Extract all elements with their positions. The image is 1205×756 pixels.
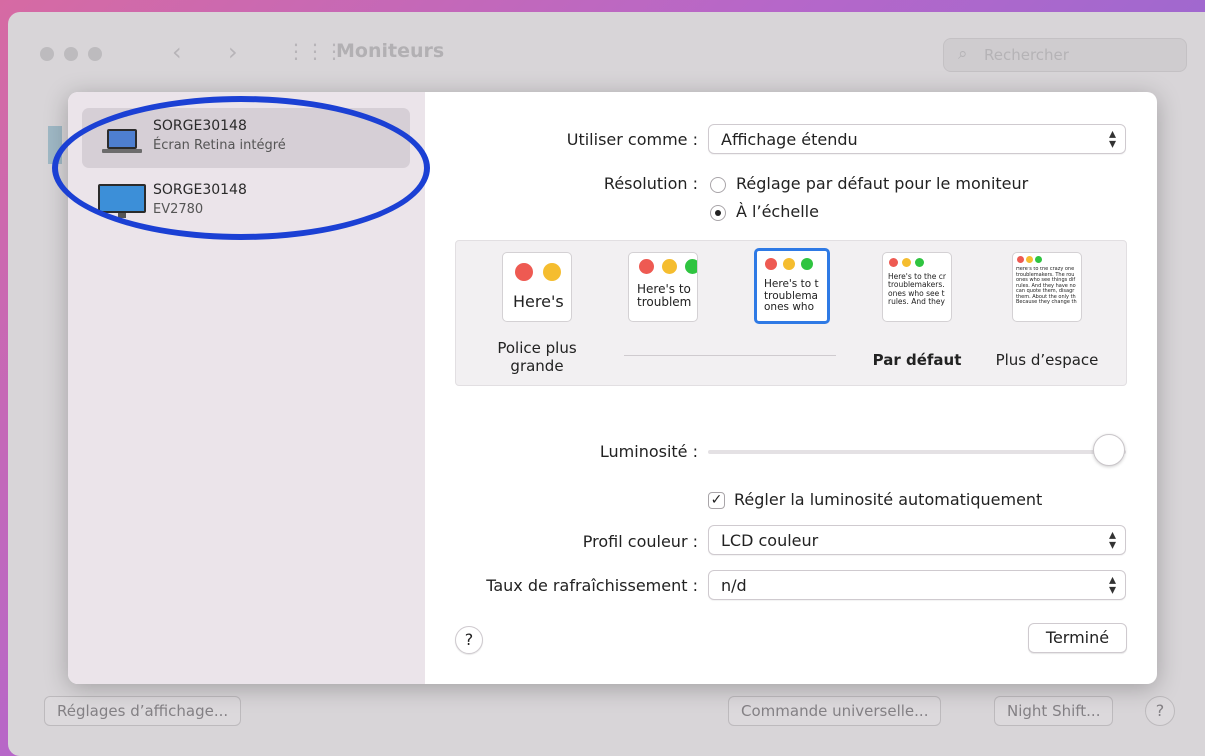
display-settings-sheet: SORGE30148 Écran Retina intégré SORGE301…: [68, 92, 1157, 684]
refresh-rate-label: Taux de rafraîchissement :: [486, 576, 698, 595]
red-dot-icon: [889, 258, 898, 267]
window-title: Moniteurs: [336, 40, 445, 62]
red-dot-icon: [765, 258, 777, 270]
night-shift-button[interactable]: Night Shift...: [994, 696, 1114, 726]
red-dot-icon: [639, 259, 654, 274]
scale-option-5[interactable]: Here's to the crazy one troublemakers. T…: [1012, 252, 1082, 322]
resolution-scaled-radio[interactable]: [710, 205, 726, 221]
chevron-updown-icon: ▴ ▾: [1108, 126, 1116, 152]
done-button[interactable]: Terminé: [1028, 623, 1127, 653]
resolution-default-label: Réglage par défaut pour le moniteur: [736, 174, 1029, 193]
use-as-popup[interactable]: Affichage étendu ▴ ▾: [708, 124, 1126, 154]
green-dot-icon: [1035, 256, 1042, 263]
monitor-icon: [98, 184, 146, 218]
thumb-text: Here's to troublem: [637, 283, 692, 310]
use-as-label: Utiliser comme :: [566, 130, 698, 149]
brightness-label: Luminosité :: [599, 442, 698, 461]
green-dot-icon: [915, 258, 924, 267]
display-settings-button[interactable]: Réglages d’affichage...: [44, 696, 242, 726]
title-bar: ‹ › ⋮⋮⋮ Moniteurs ⌕ Rechercher: [8, 12, 1205, 92]
display-name: SORGE30148: [153, 118, 247, 134]
yellow-dot-icon: [902, 258, 911, 267]
back-arrow-icon[interactable]: ‹: [172, 38, 182, 66]
scale-label-larger-text: Police plus grande: [497, 339, 577, 375]
color-profile-label: Profil couleur :: [582, 532, 698, 551]
scale-option-3-selected[interactable]: Here's to t troublema ones who: [754, 248, 830, 324]
thumb-text: Here's to the crazy one troublemakers. T…: [1016, 267, 1077, 305]
refresh-rate-popup[interactable]: n/d ▴ ▾: [708, 570, 1126, 600]
minimize-window-icon[interactable]: [64, 47, 78, 61]
universal-control-button[interactable]: Commande universelle...: [728, 696, 942, 726]
display-name: SORGE30148: [153, 182, 247, 198]
window-help-button[interactable]: ?: [1145, 696, 1175, 726]
search-icon: ⌕: [958, 44, 968, 64]
search-placeholder: Rechercher: [984, 46, 1069, 64]
yellow-dot-icon: [1026, 256, 1033, 263]
use-as-value: Affichage étendu: [721, 130, 858, 149]
red-dot-icon: [1017, 256, 1024, 263]
thumb-text: Here's to the cr troublemakers. ones who…: [888, 273, 946, 306]
resolution-scaled-label: À l’échelle: [736, 202, 819, 221]
color-profile-popup[interactable]: LCD couleur ▴ ▾: [708, 525, 1126, 555]
red-dot-icon: [515, 263, 533, 281]
scale-label-default: Par défaut: [872, 351, 962, 369]
yellow-dot-icon: [543, 263, 561, 281]
help-button[interactable]: ?: [455, 626, 483, 654]
scale-option-4[interactable]: Here's to the cr troublemakers. ones who…: [882, 252, 952, 322]
green-dot-icon: [801, 258, 813, 270]
chevron-updown-icon: ▴ ▾: [1108, 527, 1116, 553]
display-item-external[interactable]: SORGE30148 EV2780: [82, 172, 410, 232]
scale-option-1[interactable]: Here's: [502, 252, 572, 322]
scale-option-2[interactable]: Here's to troublem: [628, 252, 698, 322]
chevron-updown-icon: ▴ ▾: [1108, 572, 1116, 598]
green-dot-icon: [685, 259, 697, 274]
background-display-thumbnail: [48, 126, 62, 164]
close-window-icon[interactable]: [40, 47, 54, 61]
search-field[interactable]: ⌕ Rechercher: [943, 38, 1187, 72]
scale-label-more-space: Plus d’espace: [995, 351, 1099, 369]
laptop-icon: [102, 129, 142, 153]
show-all-grid-icon[interactable]: ⋮⋮⋮: [286, 39, 344, 63]
thumb-text: Here's to t troublema ones who: [764, 279, 819, 314]
yellow-dot-icon: [662, 259, 677, 274]
thumb-text: Here's: [513, 293, 564, 311]
forward-arrow-icon[interactable]: ›: [228, 38, 238, 66]
refresh-rate-value: n/d: [721, 576, 747, 595]
display-subtitle: Écran Retina intégré: [153, 138, 286, 153]
display-subtitle: EV2780: [153, 202, 204, 217]
brightness-slider-track[interactable]: [708, 450, 1126, 454]
color-profile-value: LCD couleur: [721, 531, 819, 550]
display-item-builtin[interactable]: SORGE30148 Écran Retina intégré: [82, 108, 410, 168]
brightness-slider-knob[interactable]: [1093, 434, 1126, 466]
zoom-window-icon[interactable]: [88, 47, 102, 61]
scale-divider: [624, 355, 836, 356]
resolution-label: Résolution :: [603, 174, 698, 193]
resolution-default-radio[interactable]: [710, 177, 726, 193]
scaling-options-panel: Here's Here's to troublem Here's to t tr…: [455, 240, 1127, 386]
display-sidebar: SORGE30148 Écran Retina intégré SORGE301…: [68, 92, 425, 684]
auto-brightness-checkbox[interactable]: ✓: [708, 492, 725, 509]
auto-brightness-label: Régler la luminosité automatiquement: [734, 490, 1043, 509]
yellow-dot-icon: [783, 258, 795, 270]
